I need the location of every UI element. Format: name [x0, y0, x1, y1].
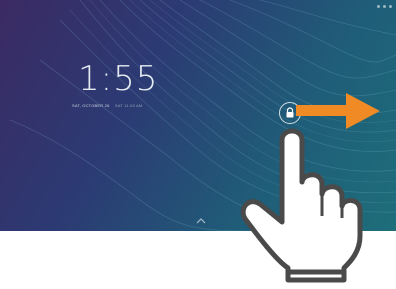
lockscreen-date-line: SAT, OCTOBER 26 SAT 11:28 AM — [72, 103, 142, 108]
status-bar — [377, 2, 392, 10]
status-indicator — [389, 4, 392, 8]
status-indicator — [377, 4, 380, 8]
pointing-hand-icon — [240, 128, 363, 283]
lockscreen-clock: 1:55 — [78, 59, 159, 99]
lockscreen-alarm: SAT 11:28 AM — [114, 103, 143, 108]
status-indicator — [383, 4, 386, 8]
lock-icon — [286, 107, 294, 118]
lockscreen-date: SAT, OCTOBER 26 — [72, 103, 110, 108]
chevron-up-icon — [196, 218, 206, 224]
